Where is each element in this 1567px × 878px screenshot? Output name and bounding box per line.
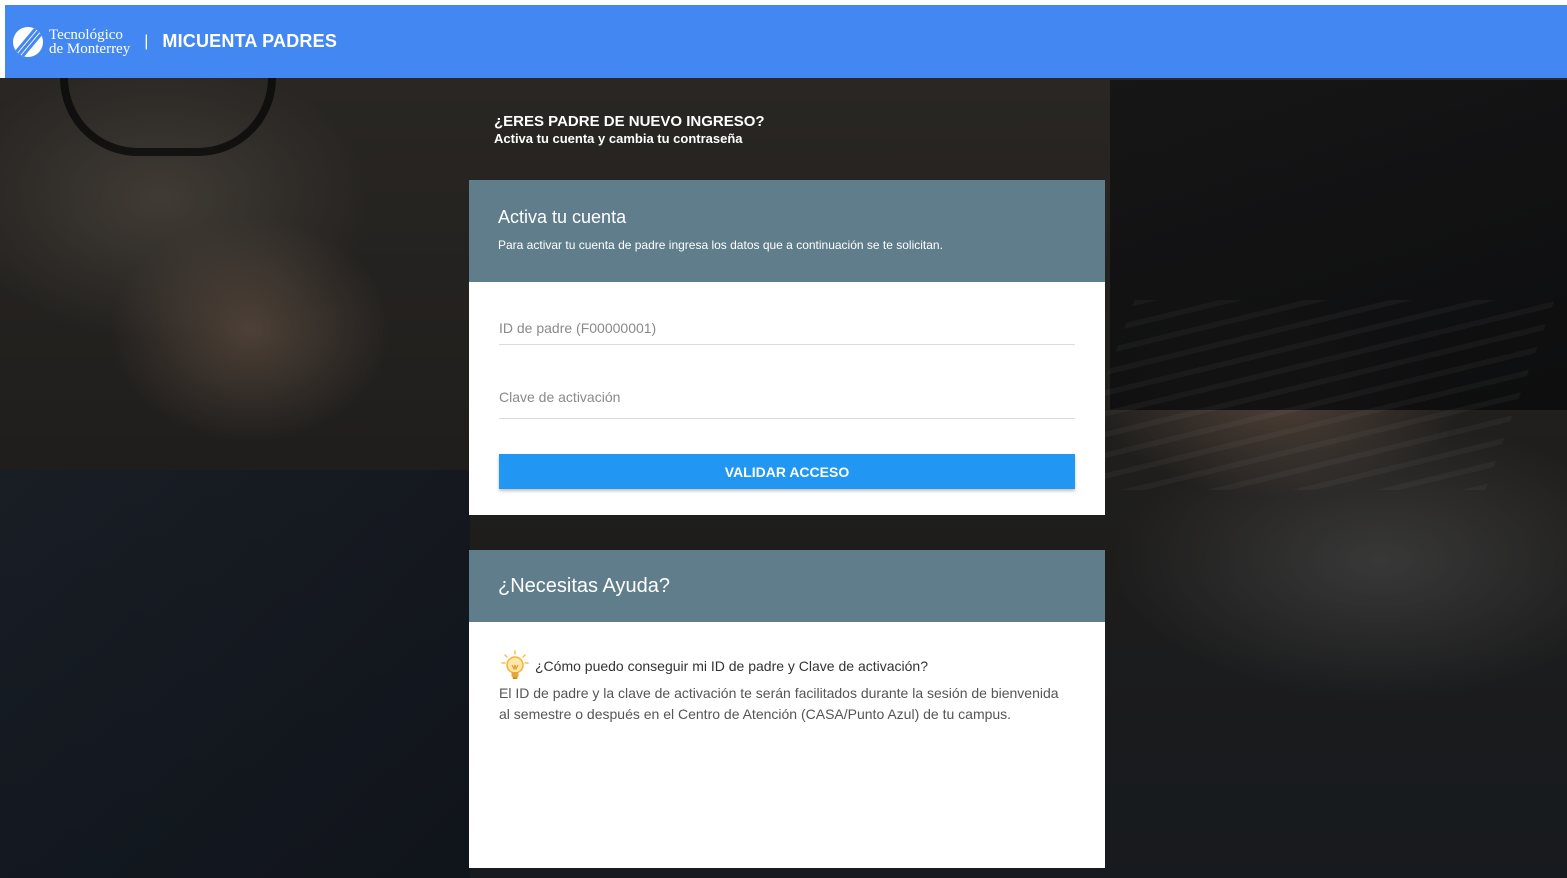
parent-id-field <box>499 318 1075 345</box>
help-card-header: ¿Necesitas Ayuda? <box>469 550 1105 622</box>
header-separator: | <box>144 32 149 50</box>
help-question: ¿Cómo puedo conseguir mi ID de padre y C… <box>501 650 928 682</box>
activation-key-field <box>499 387 1075 419</box>
logo-line-1: Tecnológico <box>49 26 123 43</box>
activation-key-input[interactable] <box>499 387 1075 407</box>
parent-id-input[interactable] <box>499 318 1075 338</box>
intro-block: ¿ERES PADRE DE NUEVO INGRESO? Activa tu … <box>494 113 765 146</box>
intro-subtitle: Activa tu cuenta y cambia tu contraseña <box>494 131 743 146</box>
logo-text: Tecnológico de Monterrey <box>49 26 131 57</box>
activate-card-header: Activa tu cuenta Para activar tu cuenta … <box>469 180 1105 282</box>
help-card-title: ¿Necesitas Ayuda? <box>498 575 670 597</box>
help-card: ¿Necesitas Ayuda? ¿Cómo puedo conseguir … <box>469 550 1105 868</box>
activate-account-card: Activa tu cuenta Para activar tu cuenta … <box>469 180 1105 515</box>
tec-logo[interactable]: Tecnológico de Monterrey <box>13 26 131 57</box>
activate-card-description: Para activar tu cuenta de padre ingresa … <box>498 238 943 252</box>
intro-title: ¿ERES PADRE DE NUEVO INGRESO? <box>494 113 765 130</box>
lightbulb-icon <box>501 650 529 682</box>
activate-card-title: Activa tu cuenta <box>498 207 627 227</box>
top-header: Tecnológico de Monterrey | MICUENTA PADR… <box>0 0 1567 78</box>
validate-access-button[interactable]: VALIDAR ACCESO <box>499 454 1075 489</box>
help-question-text: ¿Cómo puedo conseguir mi ID de padre y C… <box>535 658 928 674</box>
tec-logo-icon <box>13 26 43 57</box>
app-title: MICUENTA PADRES <box>162 31 338 51</box>
logo-line-2: de Monterrey <box>49 40 131 57</box>
help-answer: El ID de padre y la clave de activación … <box>499 685 1059 722</box>
